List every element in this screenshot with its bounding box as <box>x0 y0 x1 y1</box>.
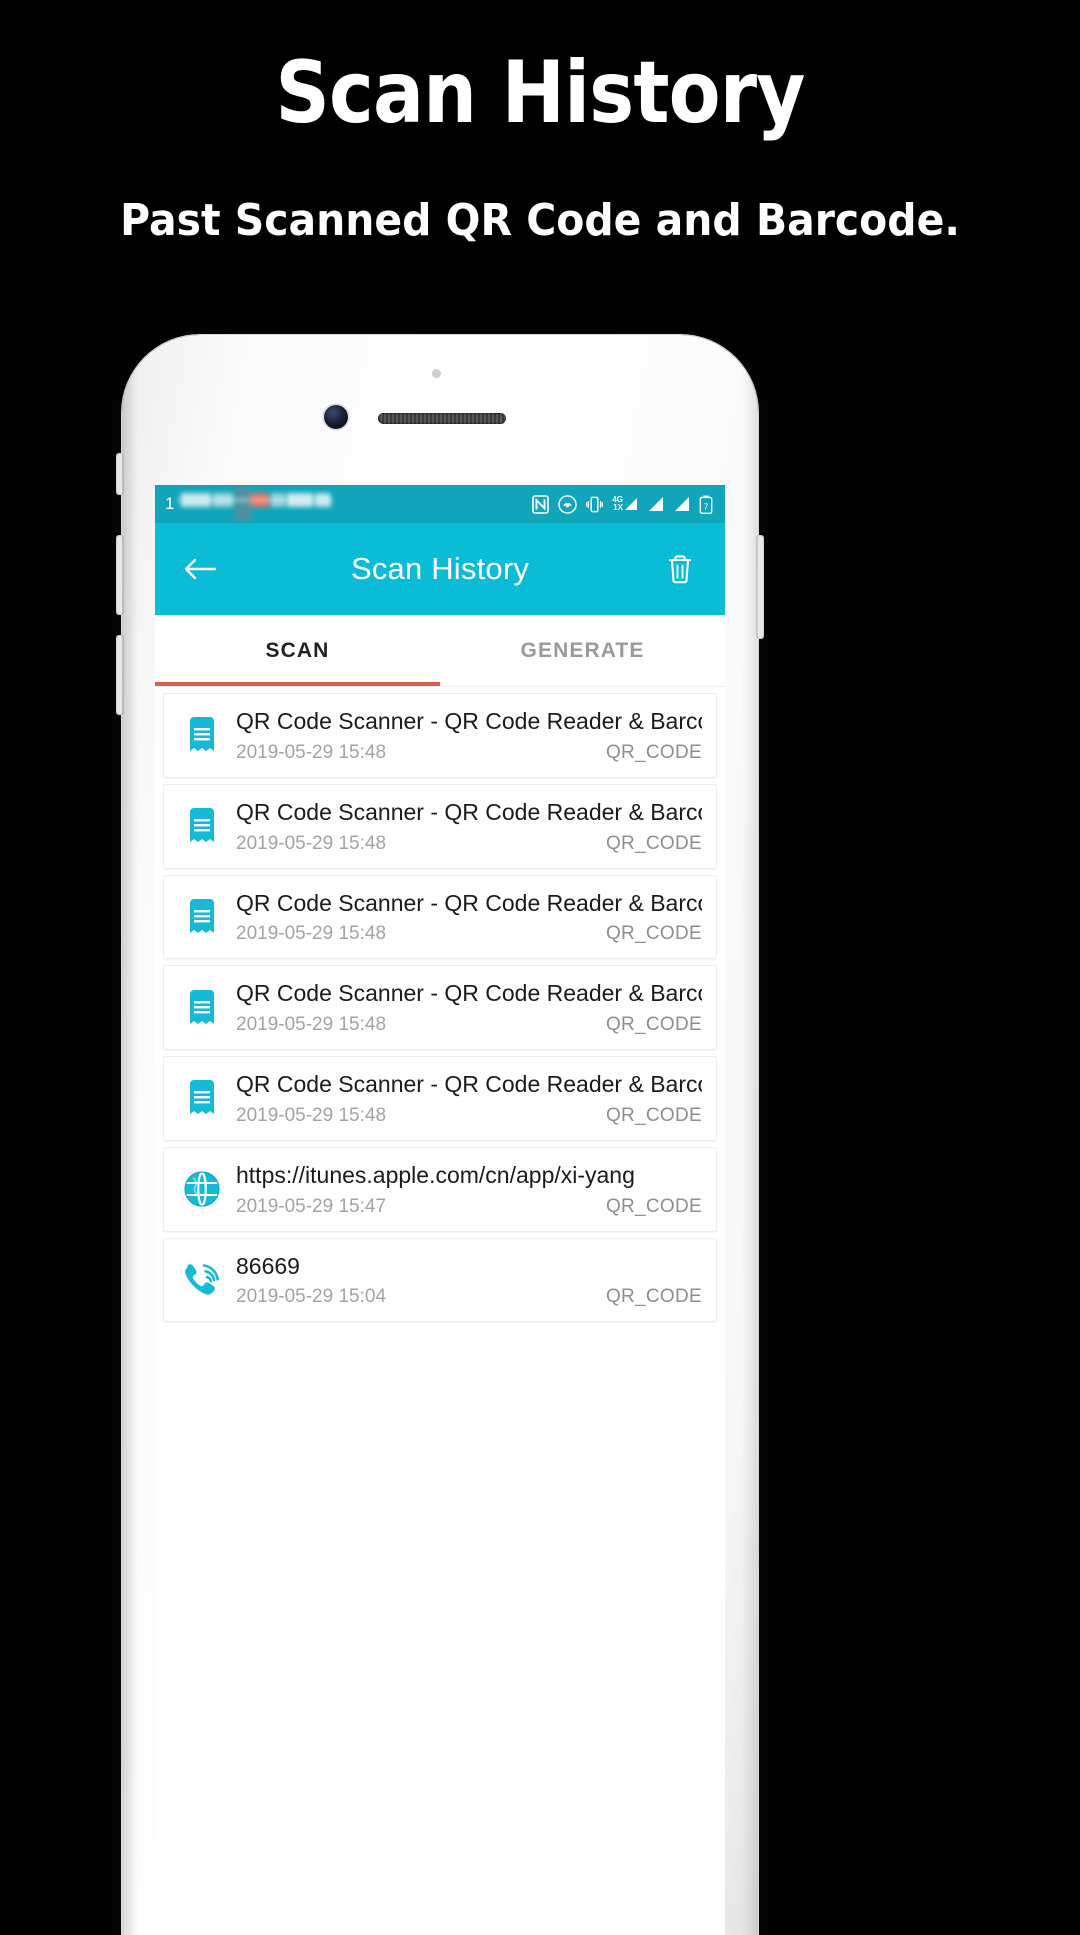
phone-mockup: 1 4G 1X 7 Scan History SCAN GENERATE QR … <box>116 335 764 1935</box>
list-item-type: QR_CODE <box>605 832 702 854</box>
4g-1x-icon: 4G 1X <box>612 496 638 512</box>
list-item-body: QR Code Scanner - QR Code Reader & Barco… <box>228 1070 702 1127</box>
list-item-type: QR_CODE <box>605 923 702 945</box>
list-item-body: QR Code Scanner - QR Code Reader & Barco… <box>228 889 702 946</box>
list-item-title: QR Code Scanner - QR Code Reader & Barco… <box>236 798 702 825</box>
list-item-title: QR Code Scanner - QR Code Reader & Barco… <box>236 1071 702 1097</box>
battery-level-label: 7 <box>704 501 709 511</box>
volume-down-button[interactable] <box>116 635 124 715</box>
cast-icon <box>558 494 578 514</box>
list-item[interactable]: QR Code Scanner - QR Code Reader & Barco… <box>163 874 717 960</box>
list-item-meta: 2019-05-29 15:48 QR_CODE <box>236 833 702 855</box>
list-item-meta: 2019-05-29 15:47 QR_CODE <box>236 1196 702 1218</box>
page-title: Scan History <box>275 43 805 143</box>
list-item[interactable]: QR Code Scanner - QR Code Reader & Barco… <box>163 1056 717 1141</box>
list-item-date: 2019-05-29 15:48 <box>236 1014 387 1035</box>
redacted-carrier-text <box>177 487 333 521</box>
status-bar: 1 4G 1X 7 <box>155 485 725 523</box>
tab-generate[interactable]: GENERATE <box>440 615 725 686</box>
tab-scan[interactable]: SCAN <box>155 615 440 686</box>
list-item-meta: 2019-05-29 15:48 QR_CODE <box>236 1014 702 1036</box>
vibrate-icon <box>586 495 604 514</box>
list-item-date: 2019-05-29 15:48 <box>236 832 387 854</box>
signal-2-icon <box>673 496 690 512</box>
receipt-icon <box>176 709 228 761</box>
list-item[interactable]: QR Code Scanner - QR Code Reader & Barco… <box>163 965 717 1050</box>
globe-icon <box>176 1163 228 1215</box>
earpiece-speaker <box>378 413 506 424</box>
receipt-icon <box>176 800 228 852</box>
status-bar-left: 1 <box>165 485 333 523</box>
battery-icon: 7 <box>699 495 713 514</box>
list-item-body: QR Code Scanner - QR Code Reader & Barco… <box>228 798 702 855</box>
signal-icon <box>647 496 664 512</box>
mute-switch[interactable] <box>116 453 124 495</box>
receipt-icon <box>176 1072 228 1124</box>
list-item-type: QR_CODE <box>605 1104 702 1126</box>
list-item-date: 2019-05-29 15:48 <box>236 741 387 763</box>
history-list: QR Code Scanner - QR Code Reader & Barco… <box>155 687 725 1323</box>
back-arrow-icon <box>184 558 217 580</box>
list-item-meta: 2019-05-29 15:04 QR_CODE <box>236 1286 702 1308</box>
status-time: 1 <box>165 494 175 513</box>
volume-up-button[interactable] <box>116 535 124 615</box>
tab-indicator <box>155 682 440 686</box>
list-item[interactable]: QR Code Scanner - QR Code Reader & Barco… <box>163 783 717 869</box>
list-item-type: QR_CODE <box>605 1014 702 1035</box>
status-bar-icons: 4G 1X 7 <box>532 494 713 514</box>
nfc-icon <box>532 494 550 514</box>
list-item-type: QR_CODE <box>605 1286 702 1308</box>
back-button[interactable] <box>177 546 223 592</box>
list-item[interactable]: QR Code Scanner - QR Code Reader & Barco… <box>163 693 717 778</box>
network-1x-label: 1X <box>613 503 623 512</box>
list-item-body: QR Code Scanner - QR Code Reader & Barco… <box>228 979 702 1036</box>
list-item-date: 2019-05-29 15:47 <box>236 1195 387 1217</box>
phone-icon <box>176 1254 228 1306</box>
app-toolbar: Scan History <box>155 523 725 615</box>
app-screen: 1 4G 1X 7 Scan History SCAN GENERATE QR … <box>155 485 725 1935</box>
power-button[interactable] <box>756 535 764 639</box>
list-item-body: 86669 2019-05-29 15:04 QR_CODE <box>228 1252 702 1309</box>
list-item[interactable]: https://itunes.apple.com/cn/app/xi-yang … <box>163 1146 717 1232</box>
receipt-icon <box>176 982 228 1034</box>
list-item-meta: 2019-05-29 15:48 QR_CODE <box>236 742 702 764</box>
toolbar-title: Scan History <box>350 551 530 586</box>
trash-icon <box>669 555 691 584</box>
delete-history-button[interactable] <box>657 546 703 592</box>
list-item[interactable]: 86669 2019-05-29 15:04 QR_CODE <box>163 1237 717 1323</box>
list-item-title: 86669 <box>236 1252 300 1279</box>
list-item-date: 2019-05-29 15:48 <box>236 923 387 945</box>
list-item-title: https://itunes.apple.com/cn/app/xi-yang <box>236 1161 635 1188</box>
list-item-title: QR Code Scanner - QR Code Reader & Barco… <box>236 708 702 734</box>
list-item-date: 2019-05-29 15:48 <box>236 1104 387 1126</box>
page-subtitle: Past Scanned QR Code and Barcode. <box>120 195 960 246</box>
list-item-date: 2019-05-29 15:04 <box>236 1286 387 1308</box>
list-item-type: QR_CODE <box>605 1195 702 1217</box>
list-item-meta: 2019-05-29 15:48 QR_CODE <box>236 923 702 945</box>
tab-bar: SCAN GENERATE <box>155 615 725 687</box>
list-item-title: QR Code Scanner - QR Code Reader & Barco… <box>236 980 702 1007</box>
list-item-body: QR Code Scanner - QR Code Reader & Barco… <box>228 707 702 764</box>
list-item-type: QR_CODE <box>605 741 702 763</box>
proximity-sensor <box>432 369 441 378</box>
list-item-title: QR Code Scanner - QR Code Reader & Barco… <box>236 889 702 916</box>
list-item-meta: 2019-05-29 15:48 QR_CODE <box>236 1105 702 1127</box>
receipt-icon <box>176 891 228 943</box>
front-camera <box>324 405 348 429</box>
list-item-body: https://itunes.apple.com/cn/app/xi-yang … <box>228 1161 702 1218</box>
